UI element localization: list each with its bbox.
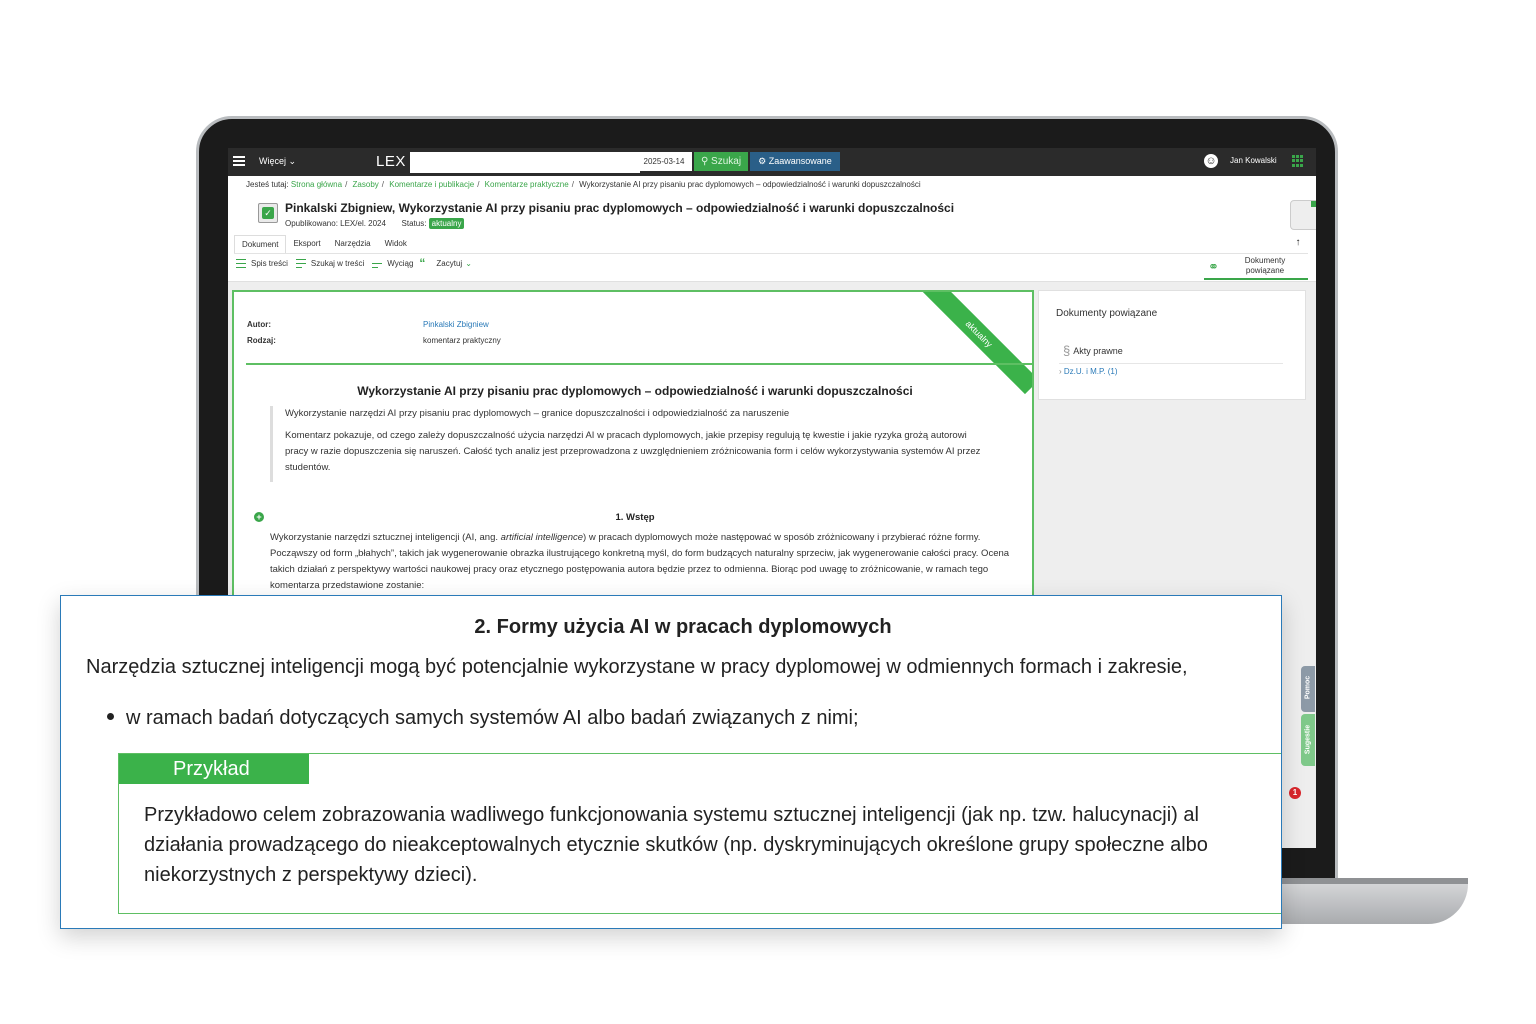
search-button-label: Szukaj (711, 156, 742, 167)
related-documents-panel: Dokumenty powiązane § Akty prawne › Dz.U.… (1038, 290, 1306, 400)
section-1-text-a: Wykorzystanie narzędzi sztucznej intelig… (270, 532, 501, 543)
side-divider (1059, 363, 1283, 364)
legal-acts-label: Akty prawne (1073, 345, 1123, 356)
author-label: Autor: (247, 320, 271, 329)
author-link[interactable]: Pinkalski Zbigniew (423, 320, 489, 336)
section-1-title: 1. Wstęp (615, 512, 655, 523)
cite-button[interactable]: “ Zacytuj ⌄ (419, 256, 472, 270)
abstract-subtitle: Wykorzystanie narzędzi AI przy pisaniu p… (285, 408, 790, 419)
breadcrumb-comments[interactable]: Komentarze i publikacje (389, 180, 474, 189)
related-documents-label: Dokumenty powiązane (1244, 256, 1286, 275)
search-in-text-label: Szukaj w treści (310, 258, 365, 268)
scroll-up-icon[interactable]: ↑ (1290, 237, 1306, 248)
document-metadata: Autor: Pinkalski Zbigniew Rodzaj: komentar… (247, 320, 501, 352)
more-menu-label: Więcej (259, 156, 287, 166)
status-label: Status: (401, 219, 427, 228)
bullet-icon (107, 713, 114, 721)
example-text: Przykładowo celem zobrazowania wadliwego… (144, 800, 1281, 890)
extract-button[interactable]: Wyciąg (370, 256, 413, 270)
abstract-summary: Komentarz pokazuje, od czego zależy dopu… (285, 430, 981, 473)
chevron-down-icon: ⌄ (465, 258, 472, 268)
tab-export[interactable]: Eksport (286, 235, 327, 253)
callout-bullet-item: w ramach badań dotyczących samych system… (107, 707, 859, 730)
section-1-text: Wykorzystanie narzędzi sztucznej intelig… (270, 530, 1010, 594)
section-1-text-italic: artificial intelligence (500, 532, 584, 543)
breadcrumb-prefix: Jesteś tutaj: (246, 180, 289, 189)
breadcrumb-resources[interactable]: Zasoby (353, 180, 379, 189)
example-line-1: Przykładowo celem zobrazowania wadliwego… (144, 804, 1199, 826)
metadata-divider (246, 363, 1032, 365)
notification-badge[interactable]: 1 (1289, 787, 1301, 799)
tab-divider (234, 253, 1308, 254)
extract-label: Wyciąg (387, 258, 414, 268)
more-menu[interactable]: Więcej ⌄ (259, 156, 296, 167)
help-tab-label: Pomoc (1304, 675, 1312, 700)
dz-mp-link[interactable]: › Dz.U. i M.P. (1) (1059, 367, 1118, 376)
example-label: Przykład (119, 754, 309, 784)
published-label: Opublikowano: LEX/el. 2024 (285, 219, 386, 228)
list-icon (234, 256, 248, 270)
abstract: Wykorzystanie narzędzi AI przy pisaniu p… (270, 406, 991, 482)
help-tab[interactable]: Pomoc (1301, 666, 1315, 712)
quote-icon: “ (419, 256, 426, 270)
advanced-search-label: Zaawansowane (768, 156, 832, 166)
tab-document[interactable]: Dokument (234, 235, 287, 253)
advanced-search-button[interactable]: ⚙ Zaawansowane (750, 152, 840, 171)
breadcrumb-home[interactable]: Strona główna (291, 180, 342, 189)
folder-add-icon[interactable] (1290, 200, 1316, 230)
tab-view[interactable]: Widok (378, 235, 414, 253)
type-label: Rodzaj: (247, 336, 276, 345)
document-meta: Opublikowano: LEX/el. 2024 Status: aktua… (285, 218, 465, 229)
document-tabs: Dokument Eksport Narzędzia Widok (234, 235, 414, 253)
example-line-3: niekorzystnych z perspektywy dzieci). (144, 864, 478, 886)
chevron-down-icon: ⌄ (288, 156, 297, 166)
search-button[interactable]: ⚲ Szukaj (694, 152, 748, 171)
suggestions-tab[interactable]: Sugestie (1301, 714, 1315, 766)
legal-acts-item[interactable]: § Akty prawne (1063, 343, 1123, 358)
callout-lead-text: Narzędzia sztucznej inteligencji mogą by… (86, 656, 1188, 678)
chevron-right-icon: › (1059, 367, 1062, 376)
status-badge: aktualny (428, 218, 465, 229)
breadcrumb: Jesteś tutaj: Strona główna / Zasoby / Kom… (246, 180, 921, 189)
toc-button[interactable]: Spis treści (234, 256, 288, 270)
breadcrumb-current: Wykorzystanie AI przy pisaniu prac dyplo… (579, 180, 921, 189)
document-check-icon: ✓ (258, 203, 278, 223)
link-icon: ⚭ (1208, 259, 1219, 274)
gears-icon: ⚙ (758, 156, 767, 166)
example-line-2: działania prowadzącego do nieakceptowaln… (144, 834, 1208, 856)
apps-grid-icon[interactable] (1292, 155, 1304, 167)
accessibility-icon[interactable]: ☺ (1204, 154, 1218, 168)
breadcrumb-practical-comments[interactable]: Komentarze praktyczne (485, 180, 569, 189)
toc-label: Spis treści (251, 258, 288, 268)
example-box: Przykład Przykładowo celem zobrazowania … (118, 753, 1281, 914)
search-icon: ⚲ (700, 156, 709, 167)
related-documents-heading: Dokumenty powiązane (1056, 308, 1158, 319)
extract-icon (370, 256, 384, 270)
top-bar: Więcej ⌄ LEX 2025-03-14 ⚲ Szukaj ⚙ Zaawa… (228, 148, 1316, 176)
related-documents-button[interactable]: ⚭ Dokumenty powiązane (1204, 255, 1308, 280)
lex-logo[interactable]: LEX (376, 153, 406, 170)
callout-section-title: 2. Formy użycia AI w pracach dyplomowych (474, 616, 892, 638)
hamburger-menu-icon[interactable] (233, 154, 245, 166)
search-input[interactable] (410, 152, 640, 173)
zoom-callout: 2. Formy użycia AI w pracach dyplomowych… (60, 595, 1282, 929)
document-title: Pinkalski Zbigniew, Wykorzystanie AI prz… (285, 201, 955, 215)
document-toolbar: Spis treści Szukaj w treści Wyciąg “ Zacy… (234, 256, 472, 270)
search-text-icon (294, 256, 308, 270)
paragraph-icon: § (1063, 343, 1071, 358)
dz-mp-label: Dz.U. i M.P. (1) (1063, 367, 1118, 376)
date-field[interactable]: 2025-03-14 (636, 152, 692, 171)
type-value: komentarz praktyczny (423, 336, 501, 345)
suggestions-tab-label: Sugestie (1304, 724, 1312, 755)
callout-bullet-text: w ramach badań dotyczących samych system… (126, 707, 859, 729)
status-ribbon: aktualny (918, 292, 1032, 395)
search-in-text-button[interactable]: Szukaj w treści (294, 256, 364, 270)
user-name[interactable]: Jan Kowalski (1230, 156, 1277, 165)
article-title: Wykorzystanie AI przy pisaniu prac dyplo… (357, 384, 913, 398)
tab-tools[interactable]: Narzędzia (328, 235, 378, 253)
cite-label: Zacytuj (436, 258, 463, 268)
